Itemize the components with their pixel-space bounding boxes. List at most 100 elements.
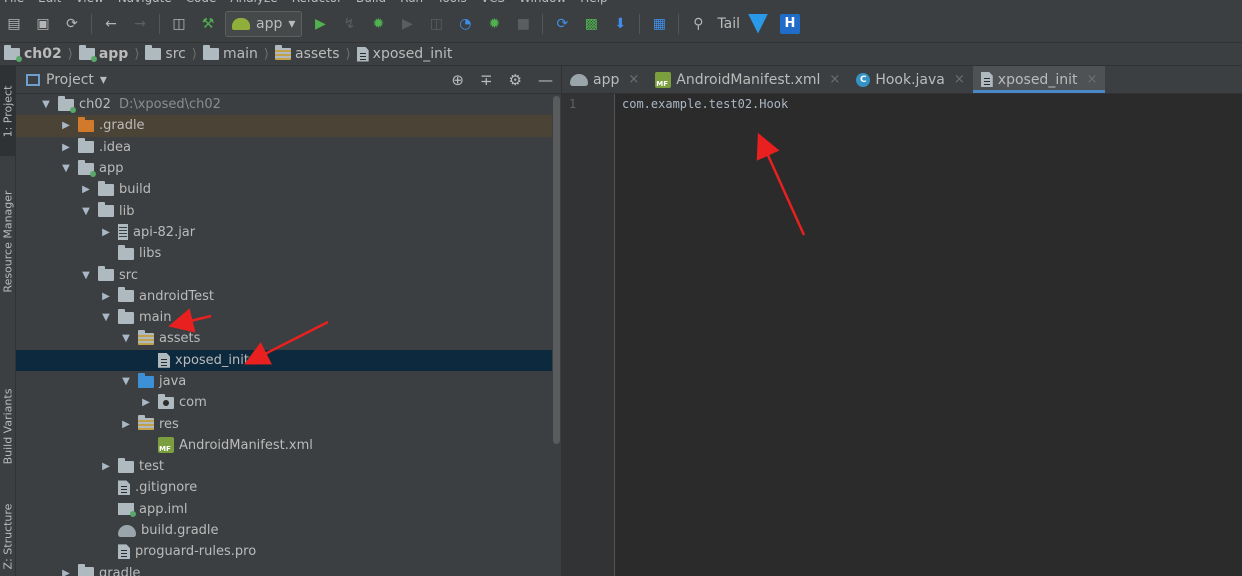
attach-debugger-icon[interactable]: ◫ [424, 12, 448, 36]
tree-item-androidtest[interactable]: ▶ androidTest [16, 286, 561, 307]
tab-project[interactable]: 1: Project [0, 66, 16, 156]
module-file-icon [118, 503, 136, 518]
tree-item-com[interactable]: ▶ com [16, 392, 561, 413]
tree-item-label: assets [159, 331, 201, 347]
breadcrumb-item[interactable]: src [145, 45, 186, 62]
forward-icon[interactable]: → [128, 12, 152, 36]
chevron-down-icon[interactable]: ▼ [78, 270, 94, 281]
build-hammer-icon[interactable]: ⚒ [196, 12, 220, 36]
breadcrumb-item[interactable]: ch02 [4, 45, 62, 62]
chevron-right-icon[interactable]: ▶ [98, 291, 114, 302]
tree-item-xposed-init[interactable]: xposed_init [16, 349, 561, 371]
chevron-down-icon[interactable]: ▼ [118, 376, 134, 387]
code-line[interactable]: com.example.test02.Hook [622, 97, 788, 111]
back-icon[interactable]: ← [99, 12, 123, 36]
breadcrumb-item[interactable]: main [202, 45, 258, 62]
hide-panel-icon[interactable]: — [538, 71, 553, 89]
tree-item-lib[interactable]: ▼ lib [16, 200, 561, 221]
locate-file-icon[interactable]: ⊕ [451, 71, 464, 89]
gauge-icon[interactable]: ◔ [453, 12, 477, 36]
close-icon[interactable]: × [954, 72, 965, 87]
tab-build-variants[interactable]: Build Variants [0, 376, 16, 476]
tree-item-label: androidTest [139, 288, 214, 304]
tree-item-main[interactable]: ▼ main [16, 307, 561, 328]
tree-item-app-iml[interactable]: app.iml [16, 499, 561, 520]
tree-item-java[interactable]: ▼ java [16, 371, 561, 392]
tree-item-gitignore[interactable]: .gitignore [16, 477, 561, 498]
tab-structure[interactable]: Z: Structure [0, 496, 16, 576]
chevron-down-icon[interactable]: ▼ [98, 312, 114, 323]
module-folder-icon [78, 45, 97, 62]
sync-icon[interactable]: ⟳ [60, 12, 84, 36]
tree-item-androidmanifest-xml[interactable]: AndroidManifest.xml [16, 435, 561, 456]
tree-item-gradle[interactable]: ▶ gradle [16, 563, 561, 576]
tail-label[interactable]: Tail [717, 16, 740, 32]
folder-icon [78, 138, 94, 154]
chevron-right-icon[interactable]: ▶ [98, 461, 114, 472]
h-plugin-icon[interactable]: H [779, 13, 800, 34]
breadcrumb-item[interactable]: xposed_init [356, 46, 452, 62]
collapse-all-icon[interactable]: ∓ [480, 71, 493, 89]
editor-tab-app[interactable]: app × [562, 66, 647, 93]
stop-icon[interactable]: ■ [511, 12, 535, 36]
save-icon[interactable]: ▣ [31, 12, 55, 36]
chevron-right-icon[interactable]: ▶ [58, 568, 74, 576]
breadcrumb-item[interactable]: app [78, 45, 128, 62]
open-icon[interactable]: ▤ [2, 12, 26, 36]
search-icon[interactable]: ⚲ [686, 12, 710, 36]
chevron-right-icon[interactable]: ▶ [98, 227, 114, 238]
profile-icon[interactable]: ▶ [395, 12, 419, 36]
tree-item-libs[interactable]: libs [16, 243, 561, 264]
project-scrollbar[interactable] [552, 94, 561, 576]
tree-item-src[interactable]: ▼ src [16, 264, 561, 285]
editor-tab-xposed-init[interactable]: xposed_init × [972, 66, 1106, 93]
tree-item-ch02[interactable]: ▼ ch02 D:\xposed\ch02 [16, 94, 561, 115]
chevron-right-icon[interactable]: ▶ [118, 419, 134, 430]
attach-process-icon[interactable]: ✹ [482, 12, 506, 36]
close-icon[interactable]: × [829, 72, 840, 87]
tree-item-build[interactable]: ▶ build [16, 179, 561, 200]
tree-item-assets[interactable]: ▼ assets [16, 328, 561, 349]
run-configuration-select[interactable]: app ▾ [225, 10, 303, 37]
debug-icon[interactable]: ✹ [366, 12, 390, 36]
close-icon[interactable]: × [1086, 72, 1097, 87]
project-structure-icon[interactable]: ▦ [647, 12, 671, 36]
editor-tab-androidmanifest-xml[interactable]: AndroidManifest.xml × [647, 66, 848, 93]
tree-item-label: AndroidManifest.xml [179, 437, 313, 453]
chevron-right-icon[interactable]: ▶ [58, 120, 74, 131]
chevron-right-icon[interactable]: ▶ [78, 184, 94, 195]
tab-resource-manager[interactable]: Resource Manager [0, 176, 16, 306]
chevron-down-icon[interactable]: ▼ [58, 163, 74, 174]
avd-manager-icon[interactable]: ▩ [579, 12, 603, 36]
breadcrumb-label: main [222, 46, 258, 62]
chevron-down-icon[interactable]: ▼ [38, 99, 54, 110]
package-icon [158, 393, 174, 409]
chevron-right-icon[interactable]: ▶ [58, 142, 74, 153]
breadcrumb-item[interactable]: assets [275, 45, 340, 62]
tree-item-proguard-rules-pro[interactable]: proguard-rules.pro [16, 541, 561, 562]
tree-item-label: main [139, 310, 172, 326]
chevron-down-icon[interactable]: ▼ [78, 206, 94, 217]
tree-item-res[interactable]: ▶ res [16, 413, 561, 434]
project-view-select[interactable]: Project ▾ [26, 72, 107, 88]
tree-item-test[interactable]: ▶ test [16, 456, 561, 477]
vuforia-v-icon[interactable] [747, 13, 768, 34]
left-tool-strip: 1: Project Resource Manager Build Varian… [0, 66, 16, 576]
tree-item-build-gradle[interactable]: build.gradle [16, 520, 561, 541]
tree-item-api-82-jar[interactable]: ▶ api-82.jar [16, 222, 561, 243]
run-icon[interactable]: ▶ [308, 12, 332, 36]
folder-icon [118, 308, 134, 324]
editor-tab-hook-java[interactable]: C Hook.java × [848, 66, 972, 93]
close-icon[interactable]: × [628, 72, 639, 87]
tree-item-gradle[interactable]: ▶ .gradle [16, 115, 561, 137]
apply-changes-icon[interactable]: ↯ [337, 12, 361, 36]
terminal-icon[interactable]: ◫ [167, 12, 191, 36]
sdk-manager-icon[interactable]: ⬇ [608, 12, 632, 36]
scrollbar-thumb[interactable] [553, 96, 560, 444]
chevron-down-icon[interactable]: ▼ [118, 333, 134, 344]
chevron-right-icon[interactable]: ▶ [138, 397, 154, 408]
tree-item-app[interactable]: ▼ app [16, 158, 561, 179]
gear-icon[interactable]: ⚙ [509, 71, 522, 89]
gradle-sync-icon[interactable]: ⟳ [550, 12, 574, 36]
tree-item-idea[interactable]: ▶ .idea [16, 137, 561, 158]
